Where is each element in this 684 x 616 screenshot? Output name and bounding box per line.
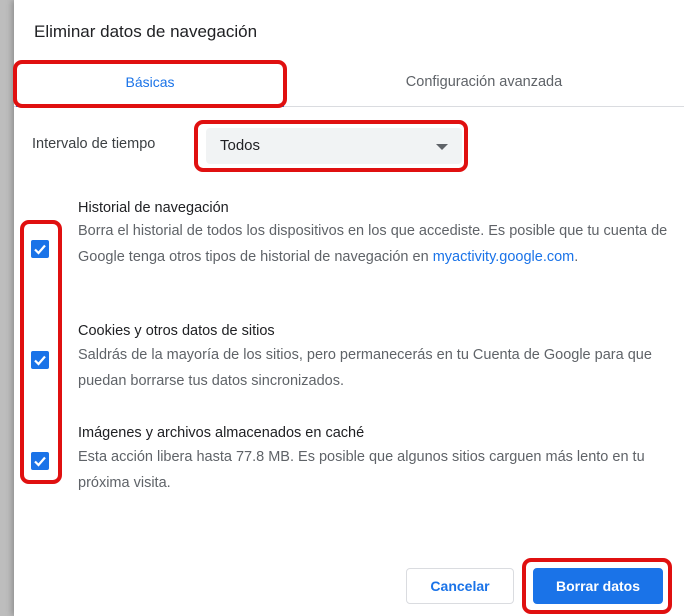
cookies-title: Cookies y otros datos de sitios: [78, 323, 275, 339]
background-page: [0, 0, 14, 616]
cancel-button[interactable]: Cancelar: [406, 568, 514, 604]
myactivity-link[interactable]: myactivity.google.com: [433, 249, 575, 265]
tab-advanced-label: Configuración avanzada: [405, 74, 563, 90]
history-description: Borra el historial de todos los disposit…: [78, 218, 668, 270]
history-description-suffix: .: [574, 249, 579, 265]
cache-description: Esta acción libera hasta 77.8 MB. Es pos…: [78, 449, 645, 491]
highlight-tab-basic: [13, 60, 287, 108]
history-title: Historial de navegación: [78, 200, 229, 216]
highlight-checkboxes: [20, 220, 62, 484]
highlight-clear-button: [522, 558, 672, 614]
highlight-time-range: [194, 120, 468, 172]
time-range-label: Intervalo de tiempo: [32, 136, 156, 152]
clear-browsing-data-dialog: Eliminar datos de navegación Básicas Con…: [13, 0, 684, 616]
history-description-text: Borra el historial de todos los disposit…: [78, 223, 668, 265]
tab-advanced[interactable]: Configuración avanzada: [284, 60, 684, 106]
cache-title: Imágenes y archivos almacenados en caché: [78, 425, 365, 441]
cookies-description: Saldrás de la mayoría de los sitios, per…: [78, 347, 652, 389]
dialog-title: Eliminar datos de navegación: [34, 22, 258, 41]
